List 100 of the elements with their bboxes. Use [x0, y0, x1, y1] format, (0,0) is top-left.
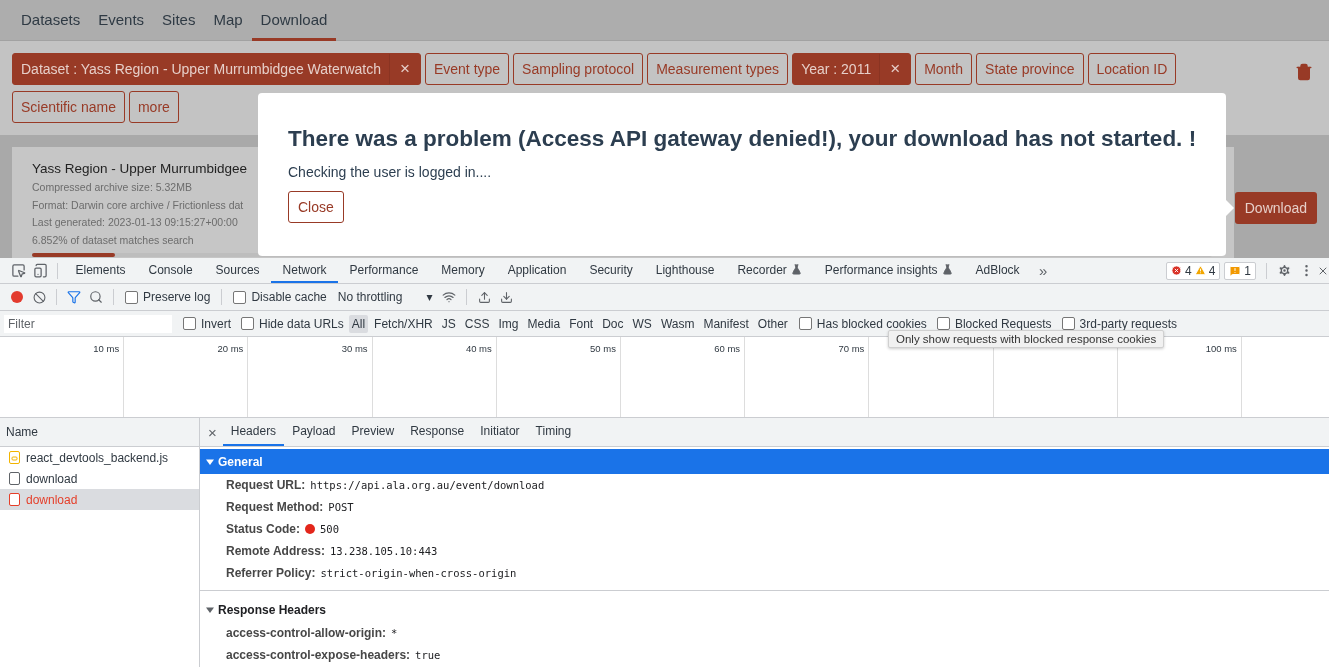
filter-chip[interactable]: more: [128, 91, 179, 123]
details-tab[interactable]: Initiator: [472, 418, 528, 446]
type-filter-button[interactable]: Media: [524, 314, 564, 333]
disable-cache-checkbox[interactable]: Disable cache: [228, 290, 332, 304]
nav-tab[interactable]: Datasets: [12, 0, 90, 41]
nav-tab[interactable]: Map: [204, 0, 252, 41]
export-icon[interactable]: [500, 290, 513, 304]
type-filter-button[interactable]: Doc: [599, 314, 627, 333]
request-filter-checkbox[interactable]: Has blocked cookies: [793, 316, 932, 331]
filter-chip[interactable]: Month: [915, 53, 973, 85]
filter-field[interactable]: Filter: [4, 314, 172, 333]
devtools-tab[interactable]: Console: [137, 258, 205, 283]
time-tick-label: 50 ms: [590, 343, 616, 356]
request-filter-checkbox[interactable]: 3rd-party requests: [1056, 316, 1182, 331]
issue-count: 1: [1244, 263, 1251, 278]
time-tick-label: 100 ms: [1205, 343, 1237, 356]
devtools-tab[interactable]: Elements: [64, 258, 138, 283]
warning-icon: [1194, 265, 1206, 276]
request-name: react_devtools_backend.js: [26, 450, 169, 465]
details-tab[interactable]: Response: [402, 418, 473, 446]
header-value: strict-origin-when-cross-origin: [320, 567, 517, 579]
chip-label: Year : 2011: [800, 60, 873, 79]
console-counts-badge[interactable]: 4 4: [1165, 261, 1221, 280]
preserve-log-checkbox[interactable]: Preserve log: [120, 290, 216, 304]
issue-icon: [1229, 264, 1242, 277]
header-value: 13.238.105.10:443: [329, 545, 438, 557]
devtools-tab[interactable]: Performance insights: [813, 258, 965, 283]
request-filter-checkbox[interactable]: Blocked Requests: [931, 316, 1057, 331]
trash-icon[interactable]: [1295, 63, 1313, 81]
chip-remove-button[interactable]: ×: [879, 54, 911, 84]
header-name: Request Method:: [226, 500, 324, 514]
filter-chip[interactable]: Event type: [424, 53, 510, 85]
devtools-tab[interactable]: Application: [496, 258, 578, 283]
request-name: download: [26, 492, 78, 507]
type-filter-button[interactable]: Font: [566, 314, 597, 333]
import-icon[interactable]: [478, 290, 491, 304]
type-filter-button[interactable]: Manifest: [700, 314, 752, 333]
details-tab[interactable]: Preview: [343, 418, 403, 446]
type-filter-button[interactable]: All: [348, 314, 369, 333]
network-conditions-icon[interactable]: [442, 290, 457, 304]
warning-count: 4: [1208, 263, 1216, 278]
devtools-tab[interactable]: Sources: [204, 258, 272, 283]
section-header[interactable]: General: [200, 449, 1329, 474]
dataset-info: Compressed archive size: 5.32MB: [32, 180, 192, 195]
download-button[interactable]: Download: [1234, 192, 1317, 224]
hide-data-urls-checkbox[interactable]: Hide data URLs: [236, 316, 349, 331]
settings-icon[interactable]: [1276, 263, 1292, 278]
filter-chip[interactable]: Location ID: [1087, 53, 1177, 85]
header-name: access-control-allow-origin:: [226, 626, 387, 640]
type-filter-button[interactable]: Wasm: [657, 314, 698, 333]
dialog-title: There was a problem (Access API gateway denied!), your download has not started. !: [288, 126, 1197, 152]
nav-tab[interactable]: Sites: [153, 0, 205, 41]
details-tab[interactable]: Payload: [284, 418, 344, 446]
devtools-tab[interactable]: Performance: [338, 258, 430, 283]
devtools-tab[interactable]: Memory: [429, 258, 497, 283]
more-tabs-button[interactable]: »: [1031, 262, 1056, 279]
filter-chip[interactable]: Scientific name: [12, 91, 125, 123]
dataset-info: 6.852% of dataset matches search: [32, 232, 194, 248]
time-tick-label: 20 ms: [217, 343, 244, 356]
document-file-icon: [9, 493, 20, 506]
devtools-tab[interactable]: Lighthouse: [644, 258, 726, 283]
disclosure-triangle-icon[interactable]: [206, 457, 214, 466]
filter-chip[interactable]: Sampling protocol: [513, 53, 644, 85]
search-icon[interactable]: [89, 290, 103, 304]
close-button[interactable]: Close: [288, 191, 344, 223]
type-filter-button[interactable]: Other: [754, 314, 791, 333]
header-value: POST: [328, 501, 354, 513]
time-tick-label: 60 ms: [714, 343, 741, 356]
issues-badge[interactable]: 1: [1224, 261, 1256, 280]
close-details-button[interactable]: ×: [208, 418, 223, 446]
device-toolbar-icon[interactable]: [32, 263, 48, 278]
throttling-select[interactable]: No throttling ▾: [331, 290, 439, 304]
devtools-tab[interactable]: Security: [577, 258, 645, 283]
dataset-title: Yass Region - Upper Murrumbidgee: [32, 161, 248, 176]
filter-chip[interactable]: State province: [976, 53, 1084, 85]
details-tab[interactable]: Timing: [527, 418, 580, 446]
type-filter-button[interactable]: WS: [629, 314, 655, 333]
nav-tab[interactable]: Events: [89, 0, 154, 41]
filter-chip[interactable]: Dataset : Yass Region - Upper Murrumbidgee Waterwatch ×: [12, 53, 421, 85]
filter-chip[interactable]: Year : 2011 ×: [792, 53, 912, 85]
inspect-icon[interactable]: [10, 263, 26, 278]
filter-chip[interactable]: Measurement types: [647, 53, 789, 85]
type-filter-button[interactable]: JS: [438, 314, 459, 333]
type-filter-button[interactable]: CSS: [461, 314, 493, 333]
name-column-header[interactable]: Name: [0, 418, 199, 447]
filter-icon[interactable]: [67, 290, 81, 304]
invert-checkbox[interactable]: Invert: [178, 316, 236, 331]
dataset-info: Format: Darwin core archive / Frictionless dat: [32, 197, 244, 213]
devtools-tab[interactable]: AdBlock: [964, 258, 1032, 283]
record-button[interactable]: [11, 291, 23, 303]
type-filter-button[interactable]: Img: [495, 314, 522, 333]
clear-icon[interactable]: [32, 290, 46, 304]
details-tab[interactable]: Headers: [222, 418, 285, 446]
chip-remove-button[interactable]: ×: [389, 54, 420, 84]
script-file-icon: [9, 451, 20, 464]
type-filter-button[interactable]: Fetch/XHR: [371, 314, 436, 333]
time-tick-label: 10 ms: [93, 343, 120, 356]
devtools-tab[interactable]: Recorder: [725, 258, 814, 283]
disclosure-triangle-icon[interactable]: [206, 605, 214, 614]
header-name: Referrer Policy:: [226, 566, 316, 580]
